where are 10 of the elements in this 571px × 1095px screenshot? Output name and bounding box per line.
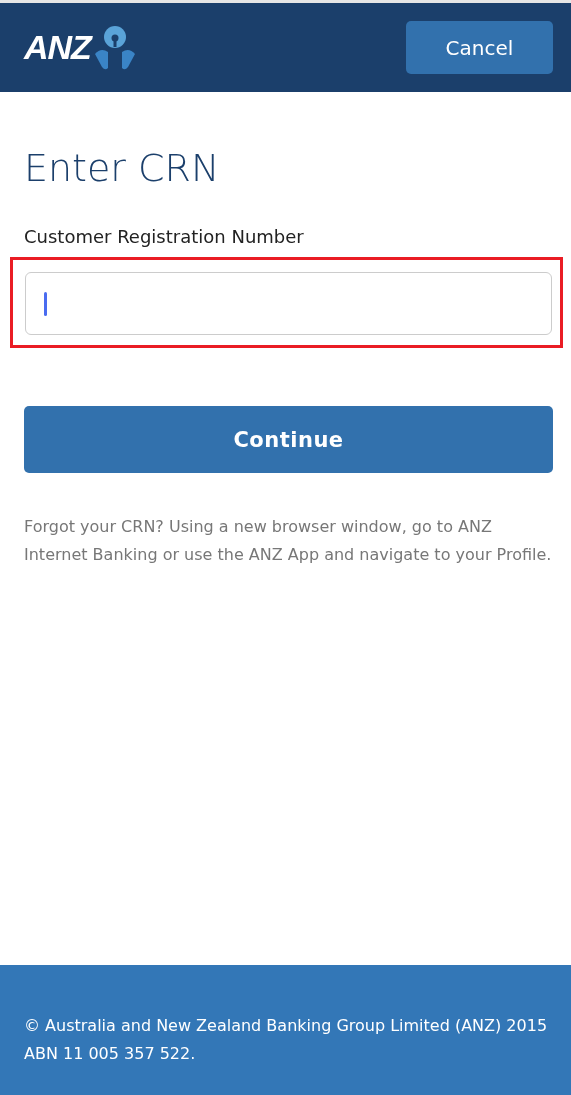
field-label: Customer Registration Number	[24, 226, 305, 247]
text-caret	[44, 291, 47, 316]
logo-text: ANZ	[24, 28, 91, 67]
copyright-text: © Australia and New Zealand Banking Group Limited (ANZ) 2015 ABN 11 005 357 522.	[24, 1015, 549, 1065]
logo-icon	[92, 24, 137, 71]
crn-input-field[interactable]	[25, 272, 552, 335]
continue-button[interactable]: Continue	[24, 406, 553, 473]
cancel-button[interactable]: Cancel	[406, 21, 553, 74]
help-text: Forgot your CRN? Using a new browser window, go to ANZ Internet Banking or use the ANZ App and navigate to your Profile.	[24, 516, 553, 566]
page-title: Enter CRN	[24, 146, 221, 190]
